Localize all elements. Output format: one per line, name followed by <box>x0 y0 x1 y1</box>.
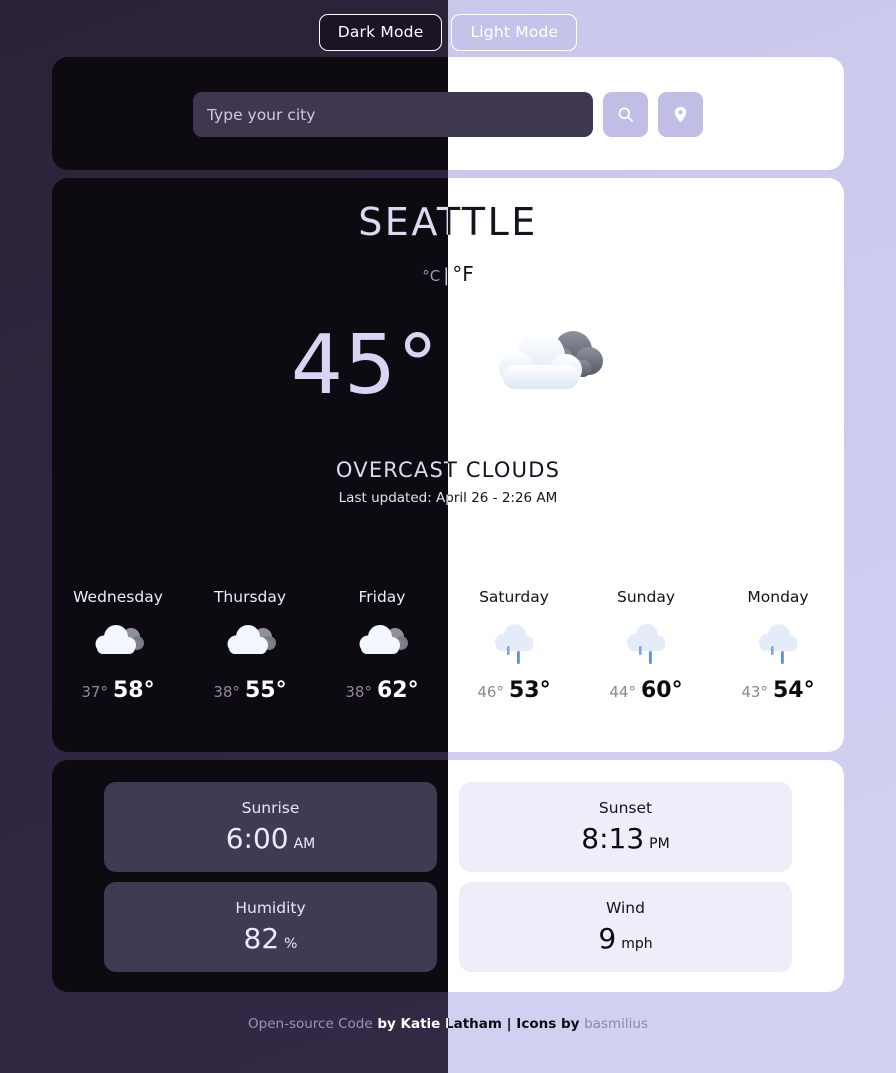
forecast-max-temp: 60° <box>640 677 683 703</box>
search-icon <box>616 105 635 124</box>
forecast-max-temp: 62° <box>376 677 419 703</box>
open-source-code-link[interactable]: Open-source Code <box>248 1016 373 1032</box>
forecast-day: Friday 38° 62° <box>316 588 448 704</box>
rain-icon <box>750 618 806 668</box>
icons-credit-link[interactable]: basmilius <box>584 1016 648 1032</box>
forecast-day: Monday 43° 54° <box>712 588 844 704</box>
forecast-day: Wednesday 37° 58° <box>52 588 184 704</box>
current-temperature: 45° <box>290 317 440 413</box>
search-bar <box>0 92 896 137</box>
humidity-unit: % <box>284 935 298 952</box>
sunrise-label: Sunrise <box>241 798 300 817</box>
humidity-number: 82 <box>243 921 280 955</box>
unit-fahrenheit-button[interactable]: °F <box>452 262 474 286</box>
sunset-time: 8:13 <box>581 821 645 855</box>
forecast-temps: 37° 58° <box>81 678 154 704</box>
wind-number: 9 <box>598 921 617 955</box>
sunrise-unit: AM <box>293 835 316 852</box>
forecast-temps: 38° 62° <box>345 678 418 704</box>
forecast-min-temp: 46° <box>477 682 504 701</box>
forecast-day-name: Wednesday <box>73 588 163 606</box>
forecast-day-name: Friday <box>358 588 406 606</box>
forecast-max-temp: 58° <box>112 677 155 703</box>
sunset-unit: PM <box>649 835 670 852</box>
map-pin-icon <box>671 105 690 124</box>
rain-icon <box>618 618 674 668</box>
forecast-min-temp: 38° <box>345 682 372 701</box>
forecast-temps: 44° 60° <box>609 678 682 704</box>
forecast-day-name: Sunday <box>617 588 675 606</box>
forecast-min-temp: 37° <box>81 682 108 701</box>
wind-unit: mph <box>621 935 653 952</box>
sunrise-value: 6:00 AM <box>226 822 316 856</box>
forecast-day: Thursday 38° 55° <box>184 588 316 704</box>
forecast-min-temp: 44° <box>609 682 636 701</box>
wind-value: 9 mph <box>598 922 652 956</box>
sunset-label: Sunset <box>598 798 653 817</box>
search-button[interactable] <box>603 92 648 137</box>
forecast-day-name: Thursday <box>213 588 287 606</box>
overcast-clouds-icon <box>222 618 278 668</box>
unit-celsius-button[interactable]: °C <box>422 267 440 285</box>
forecast-day: Saturday 46° 53° <box>448 588 580 704</box>
light-mode-button[interactable]: Light Mode <box>451 14 578 51</box>
forecast-day-name: Saturday <box>479 588 549 606</box>
sunset-card: Sunset 8:13 PM <box>459 782 792 872</box>
wind-label: Wind <box>606 898 645 917</box>
search-input[interactable] <box>193 92 593 137</box>
humidity-card: Humidity 82 % <box>104 882 437 972</box>
sunset-value: 8:13 PM <box>581 822 669 856</box>
forecast-temps: 38° 55° <box>213 678 286 704</box>
humidity-value: 82 % <box>244 922 298 956</box>
rain-icon <box>486 618 542 668</box>
forecast-min-temp: 38° <box>213 682 240 701</box>
forecast-max-temp: 53° <box>508 677 551 703</box>
forecast-day-name: Monday <box>747 588 809 606</box>
forecast-min-temp: 43° <box>741 682 768 701</box>
forecast-temps: 46° 53° <box>477 678 550 704</box>
wind-card: Wind 9 mph <box>459 882 792 972</box>
forecast-max-temp: 54° <box>772 677 815 703</box>
overcast-clouds-icon <box>485 318 605 413</box>
dark-mode-button[interactable]: Dark Mode <box>318 14 443 51</box>
current-location-button[interactable] <box>658 92 703 137</box>
humidity-label: Humidity <box>235 898 306 917</box>
sunrise-time: 6:00 <box>225 821 289 855</box>
forecast-max-temp: 55° <box>244 677 287 703</box>
overcast-clouds-icon <box>90 618 146 668</box>
theme-mode-toggle: Dark Mode Light Mode <box>0 14 896 51</box>
forecast-day: Sunday 44° 60° <box>580 588 712 704</box>
forecast-temps: 43° 54° <box>741 678 814 704</box>
overcast-clouds-icon <box>354 618 410 668</box>
sunrise-card: Sunrise 6:00 AM <box>104 782 437 872</box>
